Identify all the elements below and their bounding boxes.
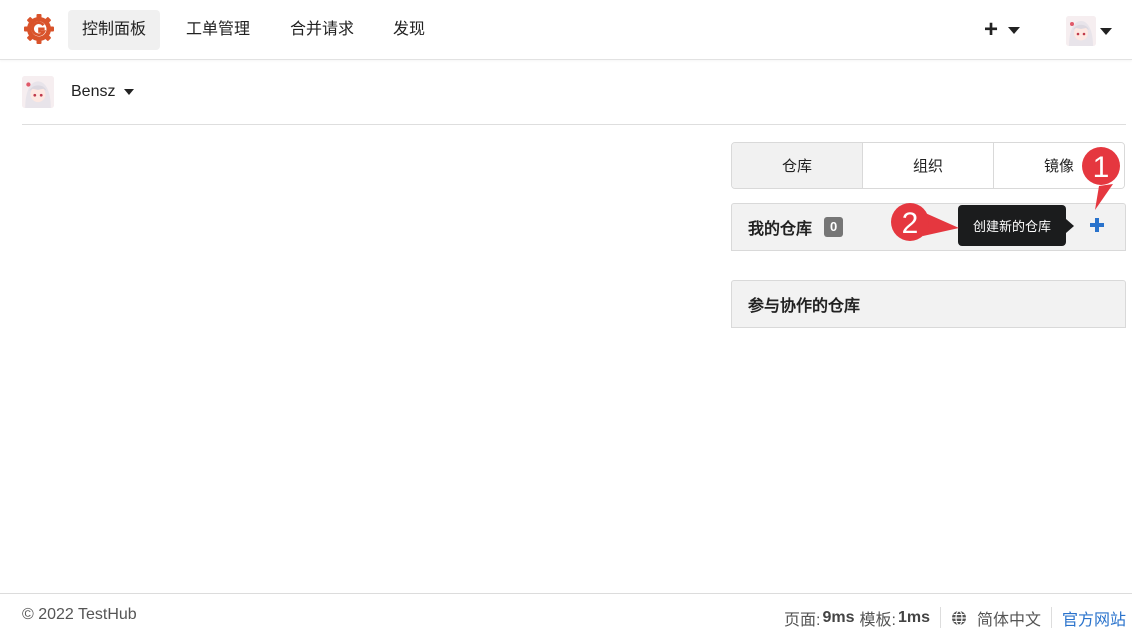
nav-issues[interactable]: 工单管理 <box>172 10 264 50</box>
annotation-marker-1: 1 <box>1082 147 1120 210</box>
copyright-text: © 2022 TestHub <box>22 606 137 623</box>
caret-down-icon <box>1100 27 1112 35</box>
annotation-marker-2: 2 <box>891 203 959 241</box>
official-site-link[interactable]: 官方网站 <box>1062 606 1126 628</box>
caret-down-icon <box>124 89 135 95</box>
create-menu-button[interactable]: + <box>984 16 1021 44</box>
annotation-number-1: 1 <box>1093 151 1110 184</box>
tab-organizations[interactable]: 组织 <box>863 143 994 188</box>
page-time-value: 9ms <box>822 609 855 626</box>
collab-repos-header: 参与协作的仓库 <box>731 280 1126 328</box>
tab-repositories[interactable]: 仓库 <box>732 143 863 188</box>
context-avatar <box>22 76 54 108</box>
footer-separator <box>1050 607 1052 628</box>
nav-pull-requests[interactable]: 合并请求 <box>276 10 368 50</box>
nav-explore[interactable]: 发现 <box>379 10 439 50</box>
plus-icon: + <box>984 16 999 43</box>
language-label: 简体中文 <box>976 612 1041 628</box>
context-username: Bensz <box>71 83 116 100</box>
globe-icon <box>951 610 966 626</box>
repo-tabs: 仓库 组织 镜像 <box>731 142 1125 189</box>
caret-down-icon <box>1008 26 1021 34</box>
add-repo-icon[interactable] <box>1087 215 1107 235</box>
footer-right: 页面: 9ms 模板: 1ms 简体中文 官方网站 <box>784 606 1126 628</box>
collab-repos-title: 参与协作的仓库 <box>748 298 861 315</box>
template-time-label: 模板: <box>859 612 896 628</box>
footer: © 2022 TestHub 页面: 9ms 模板: 1ms 简体中文 官方网站 <box>0 593 1132 628</box>
annotation-number-2: 2 <box>902 207 919 240</box>
context-switcher[interactable]: Bensz <box>22 75 135 109</box>
language-selector[interactable]: 简体中文 <box>951 606 1041 628</box>
app-logo-icon[interactable] <box>22 12 56 46</box>
page-time-label: 页面: <box>784 612 821 628</box>
repo-count-badge: 0 <box>824 217 844 237</box>
my-repos-title: 我的仓库 <box>748 221 813 238</box>
user-avatar <box>1066 16 1096 46</box>
top-navbar: 控制面板 工单管理 合并请求 发现 + <box>0 0 1132 60</box>
create-repo-tooltip: 创建新的仓库 <box>958 205 1074 246</box>
footer-separator <box>939 607 941 628</box>
user-menu-button[interactable] <box>1066 15 1112 47</box>
divider <box>22 124 1126 125</box>
nav-dashboard[interactable]: 控制面板 <box>68 10 161 50</box>
tooltip-text: 创建新的仓库 <box>972 219 1051 234</box>
template-time-value: 1ms <box>897 609 930 626</box>
